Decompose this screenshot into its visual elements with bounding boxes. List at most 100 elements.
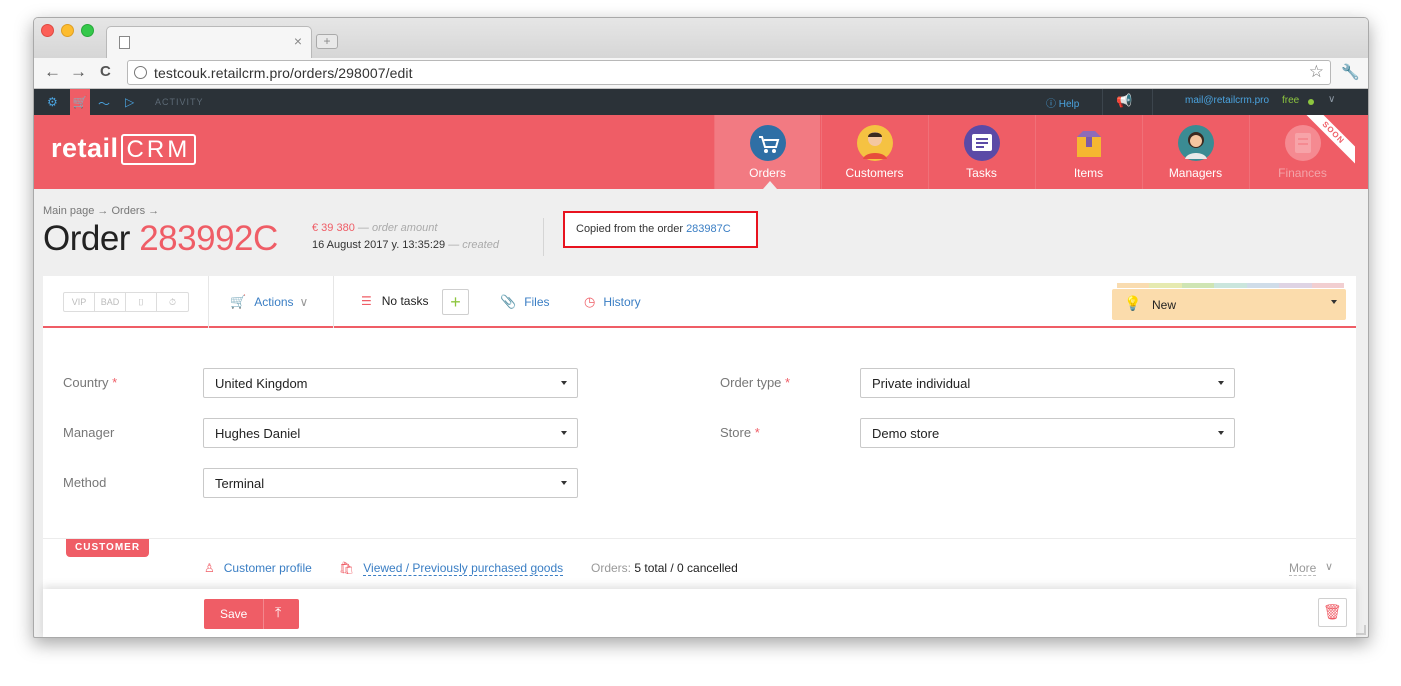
person-icon: ♙	[204, 561, 215, 575]
delete-button[interactable]: 🗑	[1318, 598, 1347, 627]
save-and-up-icon[interactable]: ⤒	[275, 604, 281, 621]
store-label: Store *	[720, 425, 760, 440]
box-icon	[1071, 125, 1107, 161]
method-label: Method	[63, 475, 107, 490]
module-label: Finances	[1278, 166, 1327, 180]
retailcrm-logo[interactable]: retail CRM	[51, 133, 197, 165]
order-status-select[interactable]: 💡 New	[1112, 289, 1346, 320]
label-text: Country	[63, 375, 109, 390]
tab-close-icon[interactable]: ×	[294, 33, 302, 49]
required-mark: *	[112, 375, 118, 390]
viewed-goods-label: Viewed / Previously purchased goods	[363, 561, 564, 576]
customer-profile-label: Customer profile	[223, 561, 312, 575]
play-icon[interactable]: ▷	[125, 95, 134, 109]
copied-order-link[interactable]: 283987C	[686, 223, 731, 235]
files-button[interactable]: 📎 Files	[500, 294, 550, 310]
status-color	[1279, 283, 1312, 288]
tab-strip: × +	[34, 18, 1368, 58]
order-amount: € 39 380 — order amount	[312, 222, 437, 234]
orders-value: 5 total / 0 cancelled	[634, 561, 738, 575]
status-value: New	[1152, 298, 1177, 312]
paperclip-icon: 📎	[500, 294, 517, 309]
analytics-icon[interactable]: 〜	[98, 95, 110, 112]
files-label: Files	[524, 295, 550, 309]
history-label: History	[603, 295, 641, 309]
cart-icon: 🛒	[230, 294, 247, 309]
megaphone-icon[interactable]: 📢	[1116, 93, 1132, 109]
reload-icon[interactable]: C	[100, 62, 111, 82]
module-finances: Finances SOON	[1249, 115, 1355, 189]
resize-handle[interactable]	[1356, 625, 1366, 635]
browser-toolbar: ← → C testcouk.retailcrm.pro/orders/2980…	[34, 58, 1368, 89]
forward-arrow-icon[interactable]: →	[70, 62, 87, 82]
manager-select[interactable]: Hughes Daniel	[203, 418, 578, 448]
required-mark: *	[785, 375, 791, 390]
customer-section-badge: CUSTOMER	[66, 539, 150, 557]
flag-group: VIP BAD ⌷ ⏱	[63, 292, 189, 312]
browser-tab[interactable]: ×	[106, 26, 312, 58]
wrench-icon[interactable]: 🔧	[1341, 63, 1360, 81]
order-created: 16 August 2017 y. 13:35:29 — created	[312, 239, 499, 251]
divider	[333, 276, 334, 328]
vip-flag[interactable]: VIP	[64, 293, 95, 311]
trash-icon: 🗑	[1322, 604, 1343, 621]
divider	[1152, 89, 1153, 115]
viewed-goods-link[interactable]: 🛍 Viewed / Previously purchased goods	[339, 561, 564, 576]
chevron-down-icon[interactable]: ∨	[1325, 560, 1333, 573]
chevron-down-icon[interactable]: ∨	[1328, 94, 1335, 105]
dropdown-arrow-icon	[561, 481, 567, 485]
chevron-down-icon: ∨	[299, 295, 309, 309]
module-managers[interactable]: Managers	[1142, 115, 1248, 189]
add-task-button[interactable]: +	[442, 289, 469, 315]
back-arrow-icon[interactable]: ←	[44, 62, 61, 82]
method-select[interactable]: Terminal	[203, 468, 578, 498]
status-color	[1214, 283, 1247, 288]
person-icon	[857, 125, 893, 161]
module-items[interactable]: Items	[1035, 115, 1141, 189]
divider	[208, 276, 209, 328]
save-button[interactable]: Save ⤒	[204, 599, 299, 629]
history-button[interactable]: ◷ History	[584, 294, 641, 310]
crm-header: retail CRM Orders Customers Tasks Items …	[34, 115, 1368, 189]
customer-profile-link[interactable]: ♙ Customer profile	[204, 561, 312, 575]
cart-icon[interactable]: 🛒	[70, 89, 90, 115]
module-customers[interactable]: Customers	[821, 115, 927, 189]
browser-window: × + ← → C testcouk.retailcrm.pro/orders/…	[33, 17, 1369, 638]
expected-icon[interactable]: ⌷	[126, 293, 157, 311]
more-button[interactable]: More	[1289, 561, 1317, 576]
url-text[interactable]: testcouk.retailcrm.pro/orders/298007/edi…	[154, 65, 413, 81]
module-tasks[interactable]: Tasks	[928, 115, 1034, 189]
close-window-button[interactable]	[41, 24, 54, 37]
dropdown-arrow-icon	[1218, 431, 1224, 435]
created-date: 16 August 2017 y. 13:35:29	[312, 239, 446, 251]
activity-link[interactable]: ACTIVITY	[155, 97, 204, 107]
amount-value: € 39 380	[312, 222, 355, 234]
minimize-window-button[interactable]	[61, 24, 74, 37]
store-select[interactable]: Demo store	[860, 418, 1235, 448]
order-type-label: Order type *	[720, 375, 790, 390]
bookmark-star-icon[interactable]: ☆	[1309, 62, 1324, 82]
module-orders[interactable]: Orders	[714, 115, 820, 189]
module-label: Customers	[845, 166, 904, 180]
lightbulb-icon: 💡	[1124, 295, 1142, 311]
address-bar[interactable]: testcouk.retailcrm.pro/orders/298007/edi…	[127, 60, 1331, 85]
country-select[interactable]: United Kingdom	[203, 368, 578, 398]
created-note: — created	[448, 239, 499, 251]
logo-crm: CRM	[120, 134, 197, 165]
select-value: Terminal	[215, 476, 265, 491]
plan-label: free	[1282, 95, 1300, 106]
country-label: Country *	[63, 375, 117, 390]
actions-button[interactable]: 🛒 Actions ∨	[230, 294, 308, 310]
help-link[interactable]: ⓘ Help	[1046, 95, 1079, 110]
settings-gear-icon[interactable]: ⚙	[47, 95, 58, 109]
clock-icon[interactable]: ⏱	[157, 293, 188, 311]
order-type-select[interactable]: Private individual	[860, 368, 1235, 398]
breadcrumb[interactable]: Main page → Orders →	[43, 205, 159, 217]
bad-flag[interactable]: BAD	[95, 293, 126, 311]
tasks-icon: ☰	[361, 294, 372, 308]
dropdown-arrow-icon	[561, 381, 567, 385]
cart-icon	[750, 125, 786, 161]
maximize-window-button[interactable]	[81, 24, 94, 37]
new-tab-button[interactable]: +	[316, 34, 338, 49]
user-email[interactable]: mail@retailcrm.pro	[1185, 95, 1269, 106]
